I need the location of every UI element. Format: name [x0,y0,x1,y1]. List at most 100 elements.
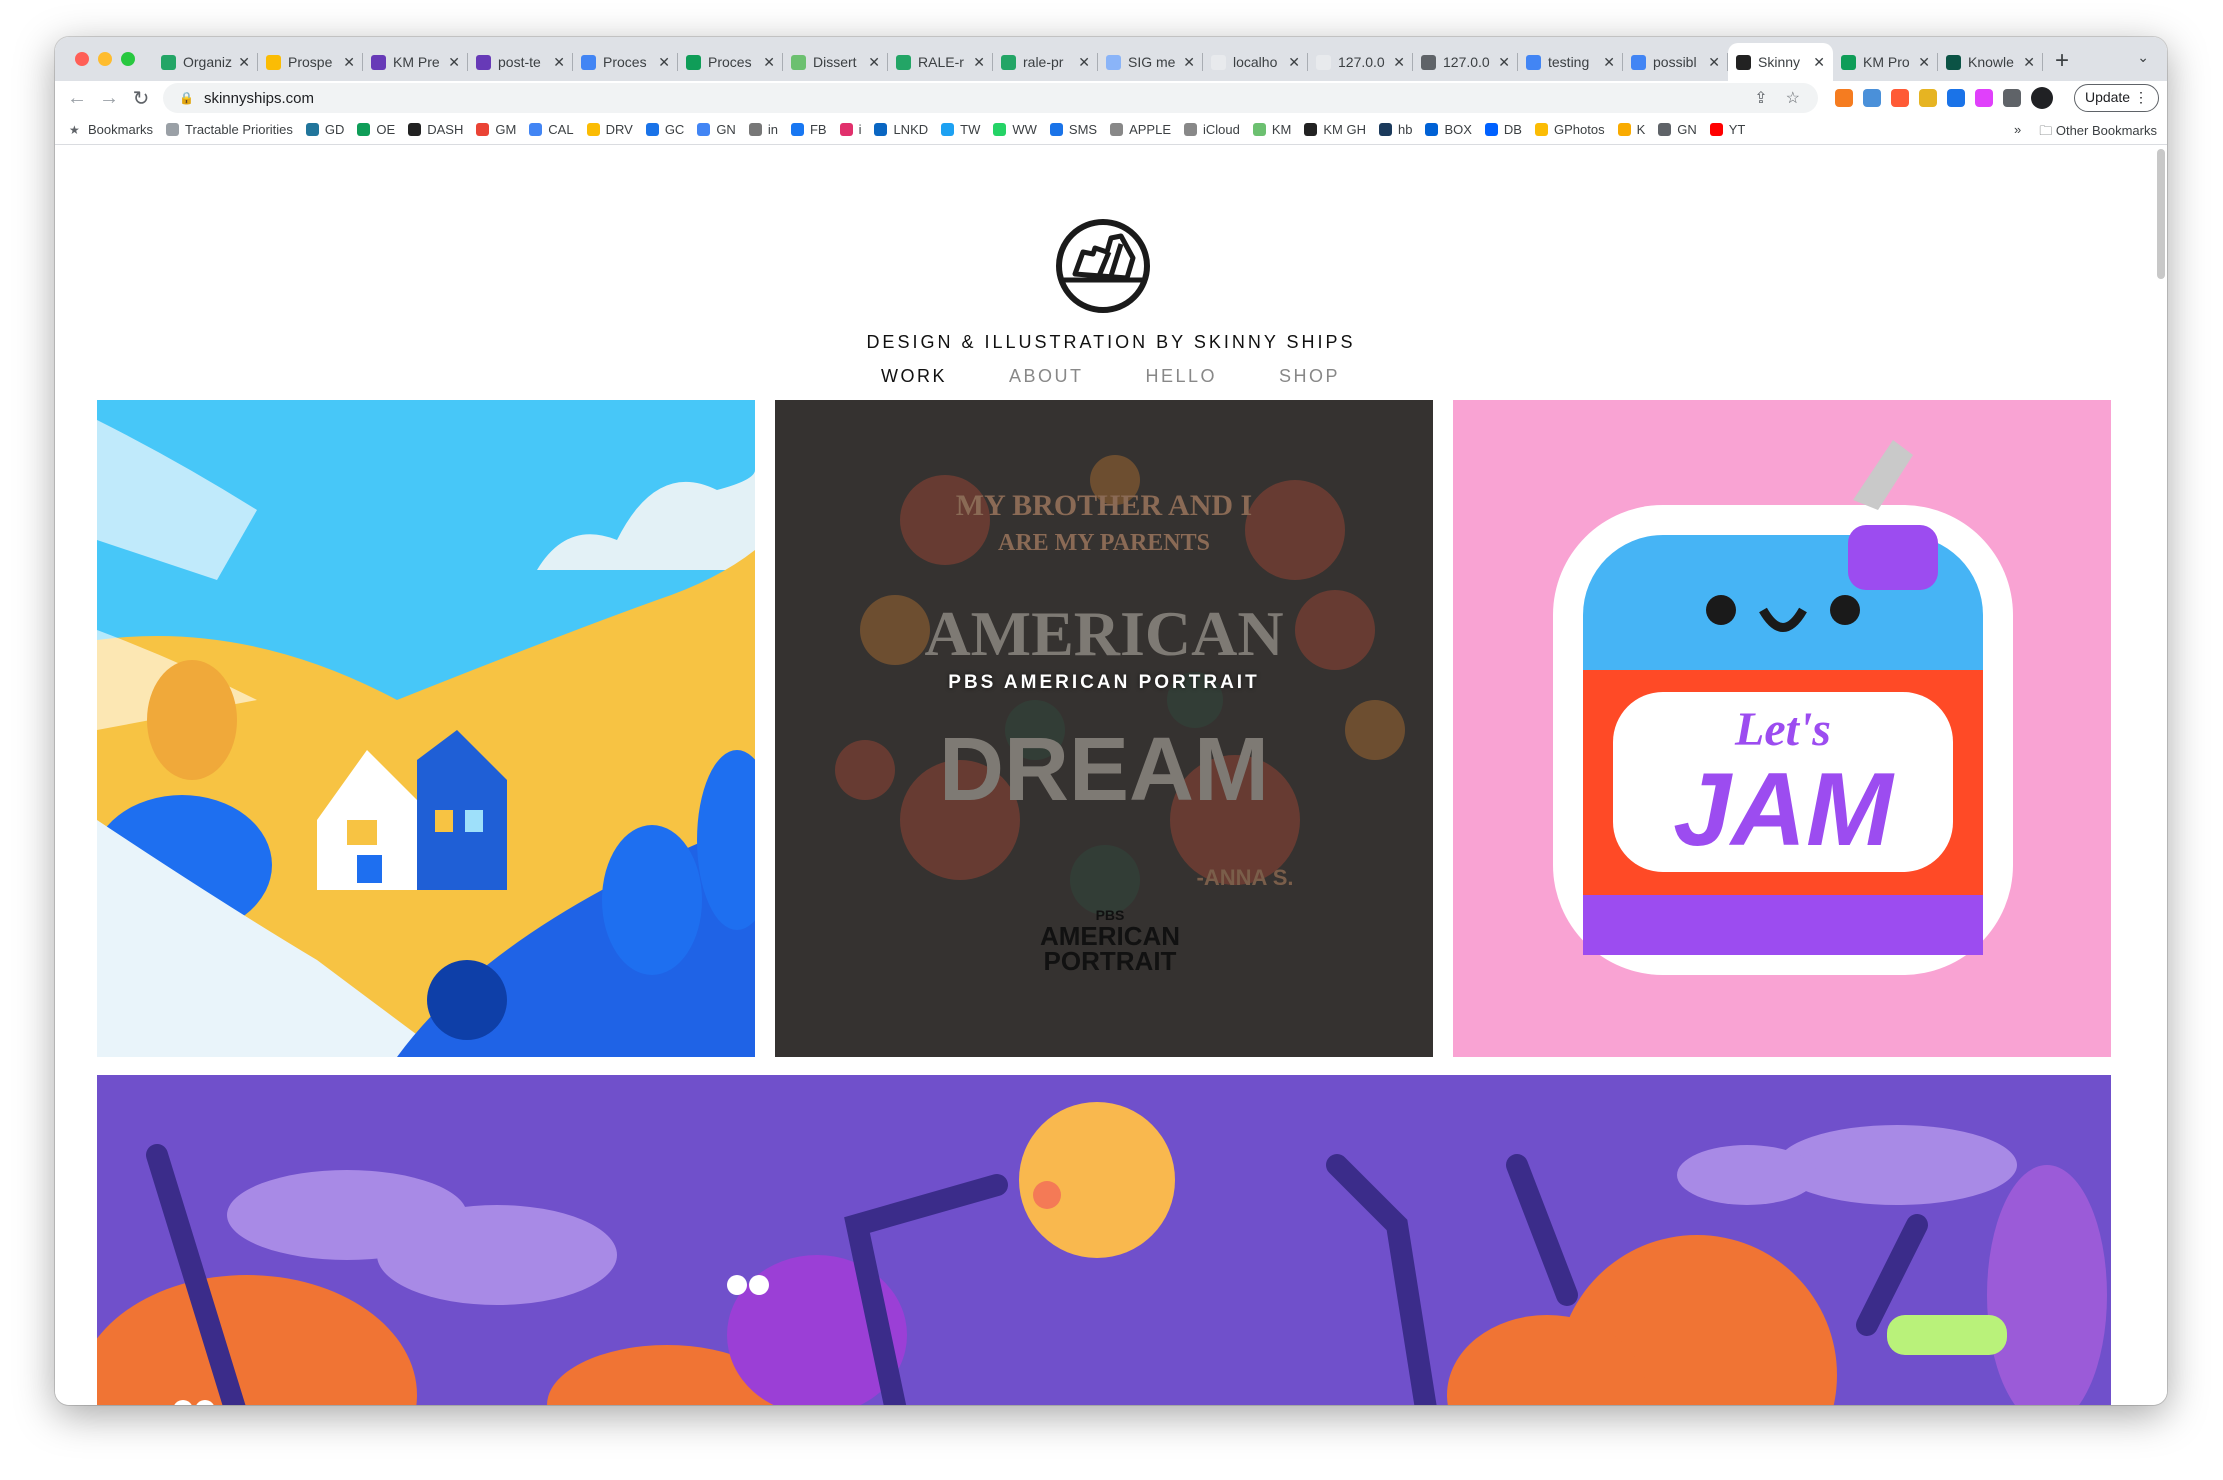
browser-tab[interactable]: 127.0.0 ✕ [1308,43,1413,81]
browser-tab[interactable]: possibl ✕ [1623,43,1728,81]
forward-button[interactable]: → [93,87,125,110]
scrollbar-thumb[interactable] [2157,149,2165,279]
more-bookmarks-button[interactable]: » [2014,122,2021,144]
browser-tab[interactable]: Organiz ✕ [153,43,258,81]
project-tile-pbs-american-portrait[interactable]: MY BROTHER AND I ARE MY PARENTS AMERICAN… [775,400,1433,1057]
minimize-window-button[interactable] [98,52,112,66]
tab-close-icon[interactable]: ✕ [658,54,670,71]
tab-close-icon[interactable]: ✕ [763,54,775,71]
tab-close-icon[interactable]: ✕ [1393,54,1405,71]
bookmark-item[interactable]: ★ Bookmarks [69,122,153,137]
bookmark-item[interactable]: KM [1252,122,1291,137]
bookmark-item[interactable]: DRV [586,122,633,137]
bookmark-star-icon[interactable]: ☆ [1786,88,1800,108]
bookmark-item[interactable]: GN [1658,122,1697,137]
nav-link-shop[interactable]: SHOP [1279,366,1340,387]
bookmark-label: BOX [1444,122,1472,137]
browser-tab[interactable]: testing ✕ [1518,43,1623,81]
bookmark-item[interactable]: YT [1709,122,1745,137]
other-bookmarks-folder[interactable]: 🗀 Other Bookmarks [2039,122,2157,144]
bookmark-item[interactable]: i [839,122,862,137]
browser-tab[interactable]: 127.0.0 ✕ [1413,43,1518,81]
share-icon[interactable]: ⇪ [1754,88,1767,108]
tab-close-icon[interactable]: ✕ [238,54,250,71]
bookmark-item[interactable]: iCloud [1184,122,1240,137]
profile-avatar[interactable] [2031,87,2053,109]
browser-tab[interactable]: SIG me ✕ [1098,43,1203,81]
bookmark-item[interactable]: WW [993,122,1037,137]
update-button[interactable]: Update ⋮ [2073,84,2159,112]
bookmark-item[interactable]: K [1617,122,1645,137]
browser-tab[interactable]: Skinny ✕ [1728,43,1833,81]
bookmark-item[interactable]: TW [941,122,980,137]
tab-close-icon[interactable]: ✕ [448,54,460,71]
bookmark-item[interactable]: CAL [529,122,574,137]
bookmark-item[interactable]: FB [790,122,827,137]
tab-close-icon[interactable]: ✕ [868,54,880,71]
back-button[interactable]: ← [61,87,93,110]
skinny-ships-logo[interactable] [1055,218,1151,314]
browser-tab[interactable]: Proces ✕ [678,43,783,81]
extension-icon[interactable] [1863,89,1881,107]
browser-tab[interactable]: KM Pre ✕ [363,43,468,81]
browser-tab[interactable]: post-te ✕ [468,43,573,81]
browser-tab[interactable]: rale-pr ✕ [993,43,1098,81]
bookmark-item[interactable]: GC [645,122,684,137]
bookmark-item[interactable]: DASH [408,122,463,137]
tab-search-chevron-icon[interactable]: ⌄ [2137,49,2149,66]
project-tile-lets-jam[interactable]: Let's JAM [1453,400,2111,1057]
browser-tab[interactable]: Dissert ✕ [783,43,888,81]
tab-close-icon[interactable]: ✕ [1183,54,1195,71]
nav-link-about[interactable]: ABOUT [1009,366,1084,387]
extension-icon[interactable] [1835,89,1853,107]
browser-tab[interactable]: Knowle ✕ [1938,43,2043,81]
bookmark-item[interactable]: OE [357,122,395,137]
nav-link-work[interactable]: WORK [881,366,947,387]
bookmark-item[interactable]: hb [1378,122,1412,137]
project-tile-halloween[interactable] [97,1075,2111,1405]
zoom-window-button[interactable] [121,52,135,66]
tab-close-icon[interactable]: ✕ [553,54,565,71]
browser-tab[interactable]: Prospe ✕ [258,43,363,81]
browser-tab[interactable]: KM Pro ✕ [1833,43,1938,81]
bookmark-item[interactable]: SMS [1049,122,1097,137]
browser-tab[interactable]: Proces ✕ [573,43,678,81]
new-tab-button[interactable]: + [2055,47,2069,75]
tab-close-icon[interactable]: ✕ [1288,54,1300,71]
tab-close-icon[interactable]: ✕ [2023,54,2035,71]
extension-icon[interactable] [1947,89,1965,107]
bookmark-item[interactable]: KM GH [1304,122,1366,137]
bookmark-item[interactable]: GM [476,122,516,137]
tab-close-icon[interactable]: ✕ [1708,54,1720,71]
bookmark-label: KM GH [1323,122,1366,137]
browser-tab[interactable]: localho ✕ [1203,43,1308,81]
nav-link-hello[interactable]: HELLO [1146,366,1218,387]
tab-close-icon[interactable]: ✕ [1603,54,1615,71]
address-bar[interactable]: 🔒 skinnyships.com ⇪ ☆ [163,83,1818,113]
reload-button[interactable]: ↻ [125,86,157,111]
bookmark-item[interactable]: GD [305,122,344,137]
tab-close-icon[interactable]: ✕ [1813,54,1825,71]
browser-tab[interactable]: RALE-r ✕ [888,43,993,81]
project-tile-landscape[interactable] [97,400,755,1057]
bookmark-item[interactable]: Tractable Priorities [166,122,293,137]
extension-icon[interactable] [1919,89,1937,107]
bookmark-label: i [858,122,862,137]
extension-icon[interactable] [1975,89,1993,107]
close-window-button[interactable] [75,52,89,66]
bookmark-item[interactable]: GPhotos [1534,122,1605,137]
bookmark-item[interactable]: DB [1484,122,1522,137]
bookmark-item[interactable]: APPLE [1110,122,1171,137]
tab-close-icon[interactable]: ✕ [343,54,355,71]
bookmark-item[interactable]: BOX [1425,122,1472,137]
extension-icon[interactable] [1891,89,1909,107]
project-title[interactable]: PBS AMERICAN PORTRAIT [775,670,1433,696]
extension-icon[interactable] [2003,89,2021,107]
bookmark-item[interactable]: LNKD [874,122,928,137]
tab-close-icon[interactable]: ✕ [1498,54,1510,71]
bookmark-item[interactable]: GN [697,122,736,137]
tab-close-icon[interactable]: ✕ [973,54,985,71]
tab-close-icon[interactable]: ✕ [1918,54,1930,71]
tab-close-icon[interactable]: ✕ [1078,54,1090,71]
bookmark-item[interactable]: in [748,122,778,137]
